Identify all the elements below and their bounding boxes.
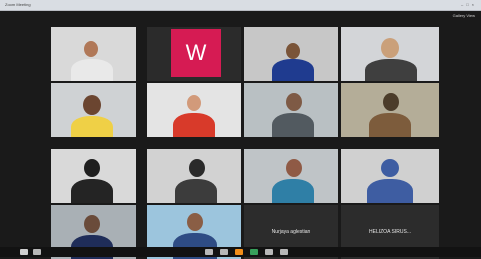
participant-tile-p3[interactable] [244,27,338,81]
participant-body [71,116,113,137]
participant-avatar [187,213,203,231]
mic-icon[interactable] [20,249,28,255]
participant-tile-p9[interactable] [51,149,136,203]
participant-tile-p6[interactable] [147,83,241,137]
chat-icon[interactable] [235,249,243,255]
participant-body [71,179,113,203]
participant-tile-p10[interactable] [147,149,241,203]
participant-avatar [84,159,100,177]
participant-avatar [84,41,98,57]
window-titlebar: Zoom Meeting –□× [0,0,481,11]
participant-avatar [381,38,399,58]
participant-tile-p1[interactable] [51,27,136,81]
participant-avatar [383,93,399,111]
view-toggle[interactable]: Gallery View [453,13,475,19]
participant-tile-p5[interactable] [51,83,136,137]
participant-tile-p2[interactable]: W [147,27,241,81]
participant-avatar [187,95,201,111]
record-icon[interactable] [265,249,273,255]
participant-name-card: Nurjaya aglestian [271,229,311,235]
participant-body [173,113,215,137]
window-controls[interactable]: –□× [461,0,477,10]
share-icon[interactable] [250,249,258,255]
participant-avatar [83,95,101,115]
participant-avatar [286,43,300,59]
participant-tile-p11[interactable] [244,149,338,203]
window-title: Zoom Meeting [5,2,31,7]
participant-body [367,179,413,203]
participant-body [71,59,113,81]
participant-tile-p12[interactable] [341,149,439,203]
participant-avatar [286,159,302,177]
security-icon[interactable] [205,249,213,255]
participant-tile-p4[interactable] [341,27,439,81]
participant-name-card: HELIZOA SIRUS... [369,229,411,235]
participant-body [272,179,314,203]
participant-avatar [286,93,302,111]
participant-avatar [381,159,399,177]
participant-initial-avatar: W [171,29,221,77]
participant-avatar [189,159,205,177]
participants-icon[interactable] [220,249,228,255]
video-icon[interactable] [33,249,41,255]
participant-body [365,59,417,81]
participant-tile-p7[interactable] [244,83,338,137]
participant-body [272,113,314,137]
participant-avatar [84,215,100,233]
participant-body [272,59,314,81]
participant-body [369,113,411,137]
participant-tile-p8[interactable] [341,83,439,137]
meeting-toolbar [0,247,481,257]
participant-body [175,179,217,203]
meeting-stage: Gallery View W Nurjaya aglestian HELIZOA… [0,11,481,259]
reactions-icon[interactable] [280,249,288,255]
